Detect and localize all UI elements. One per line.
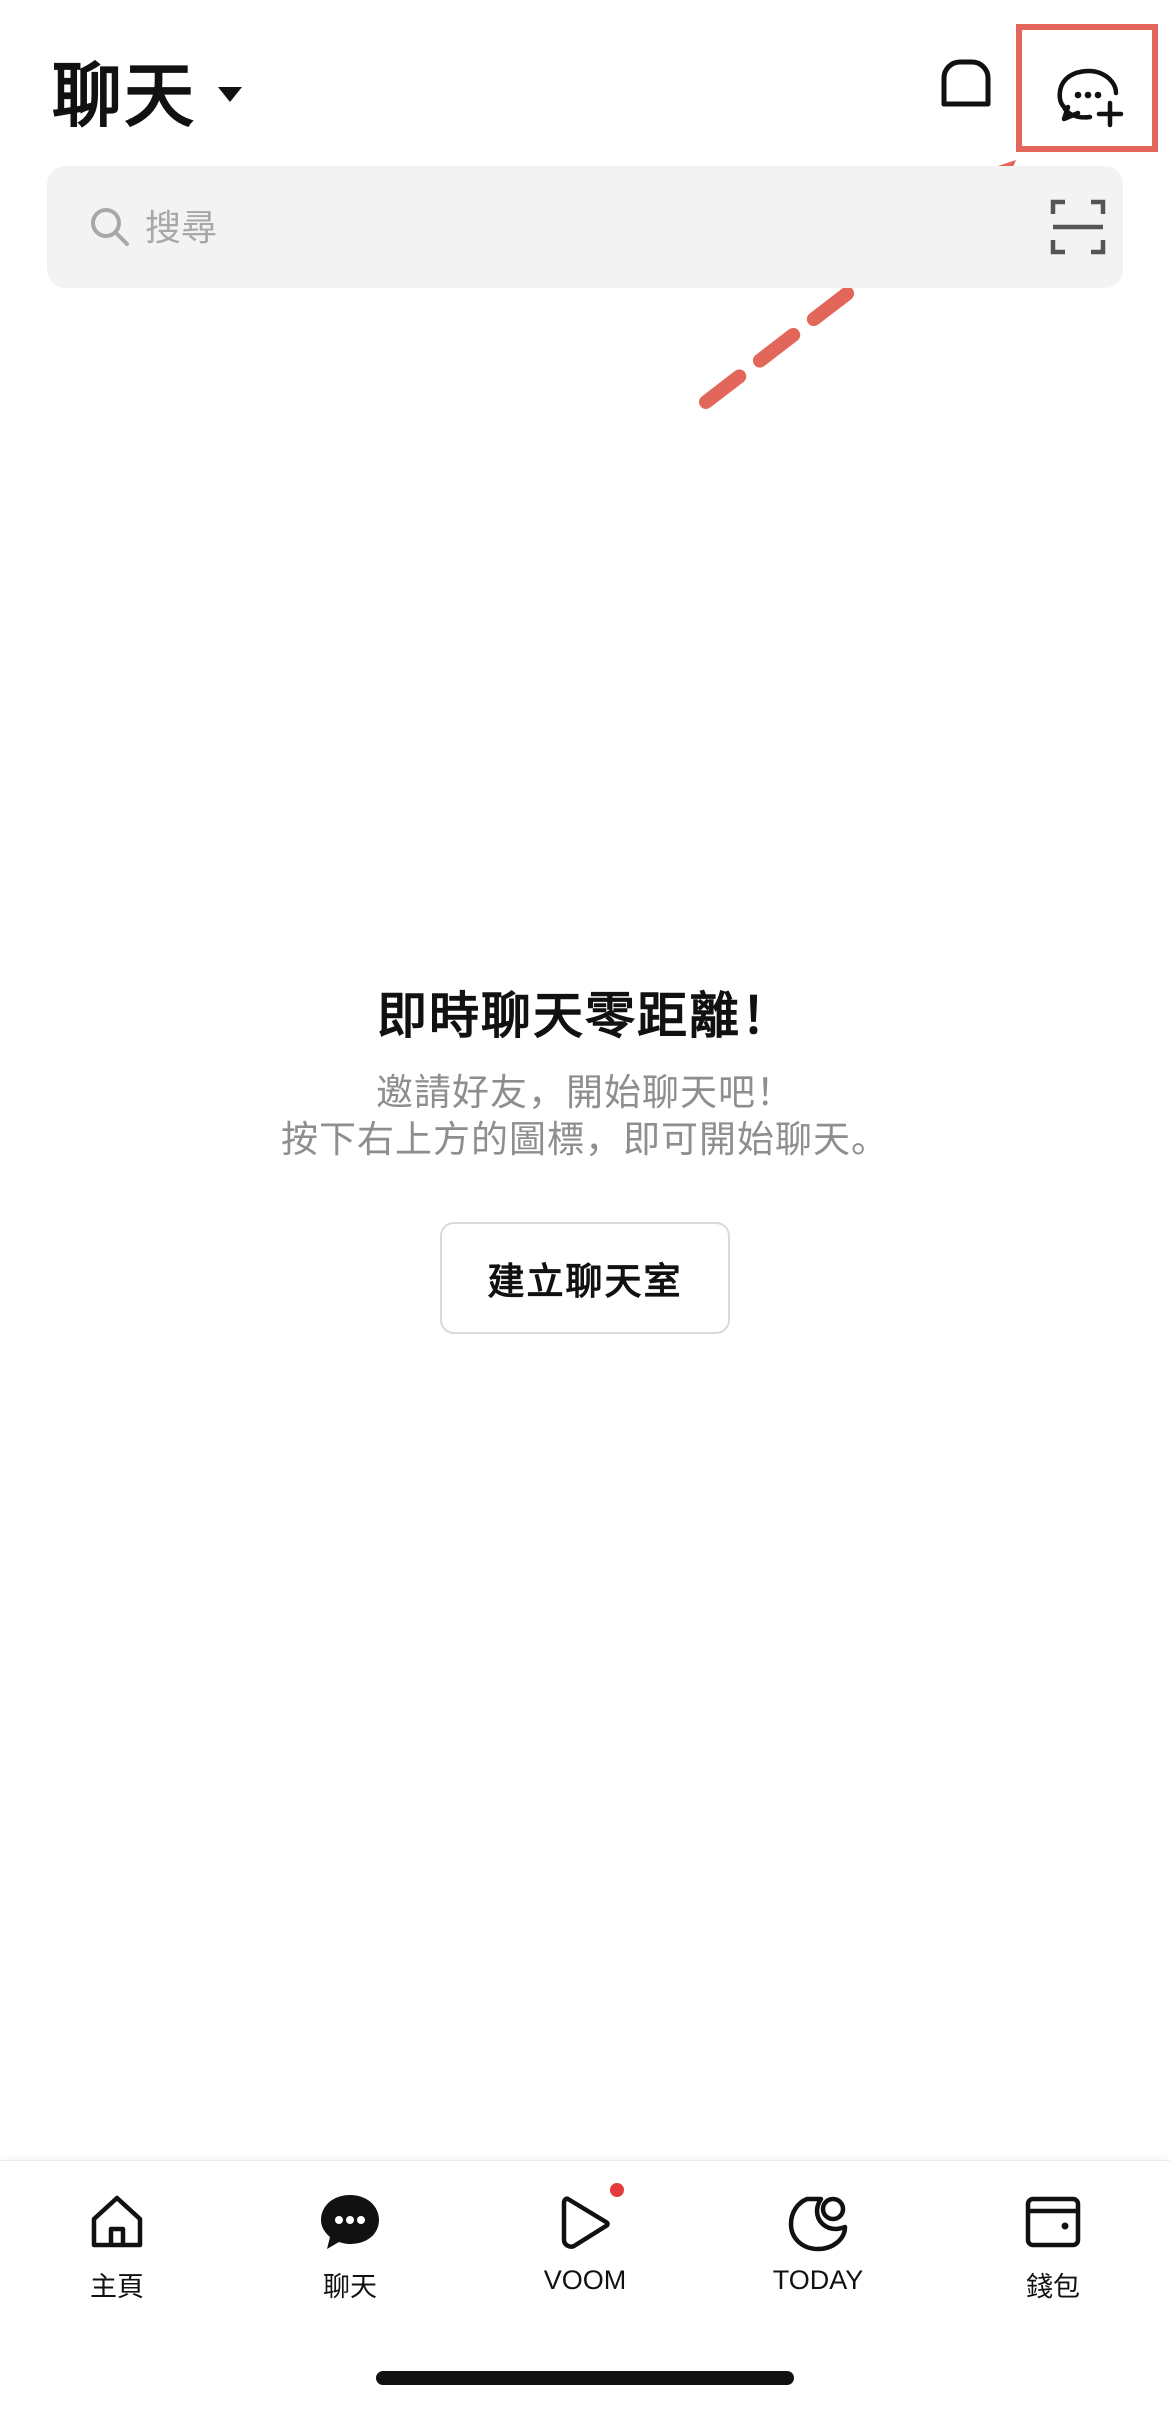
chats-filter-icon [941, 59, 991, 107]
nav-label: VOOM [543, 2265, 627, 2295]
nav-label: 主頁 [90, 2272, 144, 2302]
nav-label: 錢包 [1026, 2272, 1080, 2302]
voom-icon [561, 2196, 610, 2249]
qr-scan-icon [1050, 199, 1106, 255]
notification-badge [610, 2183, 624, 2197]
chats-screen: 聊天 搜尋 即時聊天零距離！ 邀請好友，開始聊天吧！ 按下右上方的圖標，即可開始… [0, 0, 1170, 2412]
empty-state-description-line1: 邀請好友，開始聊天吧！ [376, 1071, 794, 1114]
create-chat-room-button[interactable]: 建立聊天室 [440, 1222, 730, 1334]
annotation-highlight-box [1016, 24, 1158, 152]
search-bar [47, 166, 1123, 288]
chats-title-dropdown[interactable]: 聊天 [52, 40, 242, 140]
today-icon [788, 2196, 848, 2252]
chat-bubble-icon [321, 2195, 379, 2249]
nav-label: TODAY [772, 2265, 864, 2295]
nav-item-wallet[interactable]: 錢包 [973, 2189, 1133, 2309]
voom-icon-wrap [552, 2183, 624, 2255]
nav-item-today[interactable]: TODAY [738, 2189, 898, 2309]
page-title: 聊天 [52, 54, 196, 137]
empty-state-title: 即時聊天零距離！ [377, 987, 793, 1045]
chats-filter-button[interactable] [930, 50, 1002, 122]
search-input[interactable] [143, 188, 967, 268]
empty-state-description-line2: 按下右上方的圖標，即可開始聊天。 [281, 1118, 889, 1161]
home-icon [91, 2195, 143, 2248]
caret-down-icon [218, 86, 242, 102]
wallet-icon [1025, 2196, 1081, 2248]
nav-item-voom[interactable]: VOOM [505, 2183, 665, 2309]
search-icon [91, 208, 129, 246]
nav-label: 聊天 [323, 2272, 377, 2302]
qr-scan-button[interactable] [1047, 196, 1109, 258]
home-indicator[interactable] [376, 2371, 794, 2385]
nav-item-home[interactable]: 主頁 [37, 2189, 197, 2309]
nav-item-chats[interactable]: 聊天 [270, 2189, 430, 2309]
